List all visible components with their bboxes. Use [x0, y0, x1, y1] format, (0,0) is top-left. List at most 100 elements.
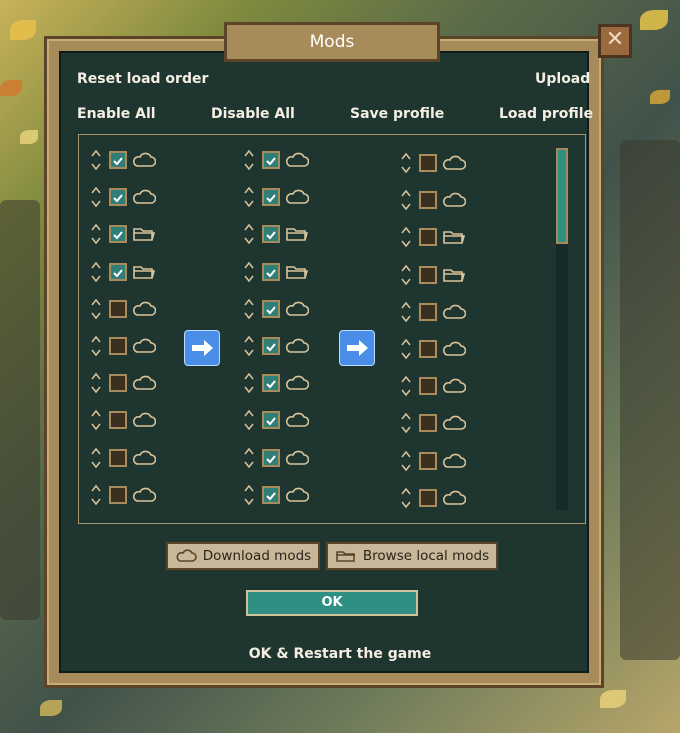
reorder-arrows-icon[interactable] [400, 448, 412, 474]
reorder-arrows-icon[interactable] [243, 370, 255, 396]
reorder-arrows-icon[interactable] [400, 150, 412, 176]
reorder-arrows-icon[interactable] [90, 259, 102, 285]
reorder-arrows-icon[interactable] [243, 482, 255, 508]
mod-row[interactable] [243, 147, 323, 173]
enable-checkbox[interactable] [419, 191, 437, 210]
enable-checkbox[interactable] [419, 340, 437, 358]
browse-local-mods-button[interactable]: Browse local mods [326, 542, 498, 570]
enable-checkbox[interactable] [109, 448, 127, 467]
mod-row[interactable] [400, 336, 480, 362]
mod-row[interactable] [243, 407, 323, 433]
mod-row[interactable] [243, 445, 323, 471]
mod-row[interactable] [243, 296, 323, 322]
mod-row[interactable] [243, 184, 323, 210]
mod-row[interactable] [90, 184, 170, 210]
enable-checkbox[interactable] [262, 151, 280, 169]
reorder-arrows-icon[interactable] [243, 445, 255, 471]
reorder-arrows-icon[interactable] [90, 296, 102, 322]
mod-row[interactable] [90, 259, 170, 285]
reorder-arrows-icon[interactable] [243, 407, 255, 433]
mod-row[interactable] [90, 370, 170, 396]
close-button[interactable]: ✕ [598, 24, 632, 58]
mod-row[interactable] [400, 373, 480, 399]
reorder-arrows-icon[interactable] [90, 184, 102, 210]
mod-row[interactable] [400, 410, 480, 436]
save-profile-link[interactable]: Save profile [350, 106, 444, 122]
reset-load-order-link[interactable]: Reset load order [77, 71, 208, 87]
enable-all-link[interactable]: Enable All [77, 106, 156, 122]
reorder-arrows-icon[interactable] [400, 262, 412, 288]
enable-checkbox[interactable] [419, 451, 437, 470]
mod-row[interactable] [90, 482, 170, 508]
enable-checkbox[interactable] [109, 225, 127, 244]
reorder-arrows-icon[interactable] [90, 407, 102, 433]
reorder-arrows-icon[interactable] [90, 333, 102, 359]
reorder-arrows-icon[interactable] [243, 259, 255, 285]
ok-restart-link[interactable]: OK & Restart the game [0, 646, 680, 662]
mod-row[interactable] [400, 262, 480, 288]
enable-checkbox[interactable] [419, 154, 437, 172]
mod-row[interactable] [90, 333, 170, 359]
reorder-arrows-icon[interactable] [243, 296, 255, 322]
reorder-arrows-icon[interactable] [400, 299, 412, 325]
load-profile-link[interactable]: Load profile [499, 106, 593, 122]
enable-checkbox[interactable] [262, 337, 280, 355]
mod-row[interactable] [400, 224, 480, 250]
mod-row[interactable] [90, 407, 170, 433]
enable-checkbox[interactable] [109, 262, 127, 281]
enable-checkbox[interactable] [262, 411, 280, 430]
reorder-arrows-icon[interactable] [400, 224, 412, 250]
enable-checkbox[interactable] [419, 488, 437, 507]
enable-checkbox[interactable] [109, 151, 127, 169]
reorder-arrows-icon[interactable] [243, 147, 255, 173]
mod-row[interactable] [90, 445, 170, 471]
enable-checkbox[interactable] [109, 411, 127, 430]
mod-row[interactable] [90, 147, 170, 173]
reorder-arrows-icon[interactable] [243, 184, 255, 210]
enable-checkbox[interactable] [262, 188, 280, 207]
mod-row[interactable] [400, 448, 480, 474]
enable-checkbox[interactable] [109, 374, 127, 393]
upload-link[interactable]: Upload [535, 71, 590, 87]
reorder-arrows-icon[interactable] [400, 336, 412, 362]
mod-row[interactable] [400, 299, 480, 325]
mod-row[interactable] [243, 370, 323, 396]
mod-row[interactable] [243, 333, 323, 359]
enable-checkbox[interactable] [419, 265, 437, 284]
reorder-arrows-icon[interactable] [243, 221, 255, 247]
mod-row[interactable] [90, 221, 170, 247]
reorder-arrows-icon[interactable] [90, 370, 102, 396]
mod-row[interactable] [400, 485, 480, 511]
mod-row[interactable] [400, 150, 480, 176]
disable-all-link[interactable]: Disable All [211, 106, 295, 122]
enable-checkbox[interactable] [109, 485, 127, 504]
mod-row[interactable] [243, 221, 323, 247]
reorder-arrows-icon[interactable] [90, 147, 102, 173]
enable-checkbox[interactable] [109, 337, 127, 355]
reorder-arrows-icon[interactable] [90, 221, 102, 247]
enable-checkbox[interactable] [262, 225, 280, 244]
reorder-arrows-icon[interactable] [243, 333, 255, 359]
reorder-arrows-icon[interactable] [400, 373, 412, 399]
enable-checkbox[interactable] [419, 414, 437, 433]
move-right-button[interactable] [339, 330, 375, 366]
reorder-arrows-icon[interactable] [90, 445, 102, 471]
download-mods-button[interactable]: Download mods [166, 542, 320, 570]
ok-button[interactable]: OK [246, 590, 418, 616]
enable-checkbox[interactable] [262, 448, 280, 467]
reorder-arrows-icon[interactable] [400, 485, 412, 511]
mod-row[interactable] [90, 296, 170, 322]
reorder-arrows-icon[interactable] [400, 187, 412, 213]
enable-checkbox[interactable] [419, 302, 437, 321]
mod-row[interactable] [243, 259, 323, 285]
enable-checkbox[interactable] [419, 228, 437, 247]
enable-checkbox[interactable] [419, 377, 437, 396]
enable-checkbox[interactable] [109, 299, 127, 318]
reorder-arrows-icon[interactable] [90, 482, 102, 508]
mod-row[interactable] [243, 482, 323, 508]
enable-checkbox[interactable] [262, 262, 280, 281]
enable-checkbox[interactable] [262, 374, 280, 393]
reorder-arrows-icon[interactable] [400, 410, 412, 436]
enable-checkbox[interactable] [262, 299, 280, 318]
mod-row[interactable] [400, 187, 480, 213]
